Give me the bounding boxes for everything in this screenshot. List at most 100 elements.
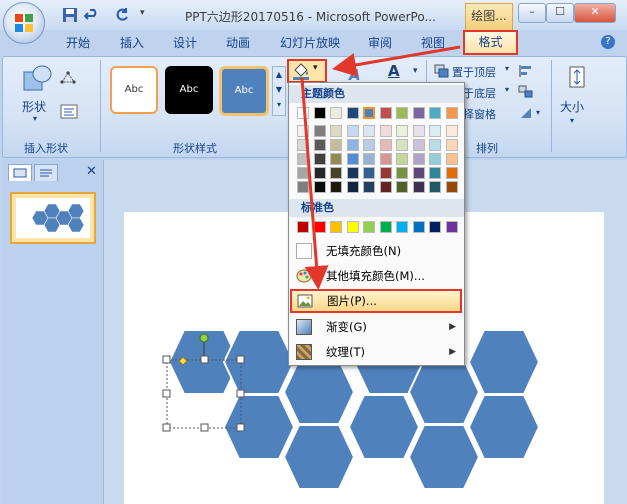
tab-design[interactable]: 设计	[173, 34, 197, 51]
theme-color-swatch[interactable]	[429, 107, 441, 119]
redo-icon[interactable]	[114, 7, 130, 23]
theme-color-shade-swatch[interactable]	[396, 181, 408, 193]
theme-color-shade-swatch[interactable]	[412, 181, 425, 193]
theme-color-shade-swatch[interactable]	[330, 167, 342, 179]
standard-color-swatch[interactable]	[429, 221, 441, 233]
font-color-icon[interactable]: A	[388, 62, 400, 80]
theme-color-shade-swatch[interactable]	[313, 139, 326, 151]
theme-color-shade-swatch[interactable]	[297, 181, 309, 193]
more-fill-colors-item[interactable]: 其他填充颜色(M)...	[289, 264, 464, 288]
theme-color-shade-swatch[interactable]	[429, 153, 441, 165]
standard-color-swatch[interactable]	[346, 221, 359, 233]
theme-color-shade-swatch[interactable]	[445, 139, 458, 151]
restore-button[interactable]: ☐	[546, 3, 574, 23]
shape-style-black[interactable]: Abc	[165, 66, 213, 114]
theme-color-shade-swatch[interactable]	[396, 167, 408, 179]
theme-color-shade-swatch[interactable]	[396, 125, 408, 137]
close-panel-icon[interactable]: ✕	[86, 164, 97, 179]
theme-color-shade-swatch[interactable]	[297, 125, 309, 137]
theme-color-shade-swatch[interactable]	[412, 167, 425, 179]
standard-color-swatch[interactable]	[379, 221, 392, 233]
theme-color-shade-swatch[interactable]	[379, 139, 392, 151]
theme-color-shade-swatch[interactable]	[346, 139, 359, 151]
theme-color-swatch[interactable]	[412, 107, 425, 119]
office-button[interactable]	[3, 2, 45, 44]
shapes-icon[interactable]	[20, 62, 54, 96]
theme-color-shade-swatch[interactable]	[346, 153, 359, 165]
theme-color-shade-swatch[interactable]	[313, 167, 326, 179]
group-objects-icon[interactable]	[518, 85, 534, 99]
standard-color-swatch[interactable]	[445, 221, 458, 233]
theme-color-shade-swatch[interactable]	[412, 153, 425, 165]
theme-color-shade-swatch[interactable]	[429, 167, 441, 179]
theme-color-shade-swatch[interactable]	[445, 125, 458, 137]
theme-color-shade-swatch[interactable]	[412, 125, 425, 137]
theme-color-swatch[interactable]	[313, 107, 326, 119]
close-button[interactable]: ✕	[574, 3, 616, 23]
theme-color-shade-swatch[interactable]	[379, 153, 392, 165]
theme-color-shade-swatch[interactable]	[363, 139, 375, 151]
theme-color-shade-swatch[interactable]	[429, 181, 441, 193]
theme-color-shade-swatch[interactable]	[330, 125, 342, 137]
tab-slideshow[interactable]: 幻灯片放映	[280, 34, 340, 51]
theme-color-swatch[interactable]	[330, 107, 342, 119]
theme-color-swatch[interactable]	[346, 107, 359, 119]
standard-color-swatch[interactable]	[396, 221, 408, 233]
theme-color-shade-swatch[interactable]	[363, 181, 375, 193]
theme-color-shade-swatch[interactable]	[429, 139, 441, 151]
slide-thumbnail[interactable]	[10, 192, 96, 244]
tab-home[interactable]: 开始	[66, 34, 90, 51]
standard-color-swatch[interactable]	[297, 221, 309, 233]
theme-color-shade-swatch[interactable]	[396, 153, 408, 165]
theme-color-shade-swatch[interactable]	[330, 153, 342, 165]
tab-review[interactable]: 审阅	[368, 34, 392, 51]
help-icon[interactable]: ?	[601, 35, 615, 49]
theme-color-shade-swatch[interactable]	[445, 167, 458, 179]
picture-fill-item[interactable]: 图片(P)...	[290, 289, 462, 313]
standard-color-swatch[interactable]	[330, 221, 342, 233]
shapes-label[interactable]: 形状	[22, 98, 46, 115]
text-box-icon[interactable]	[60, 104, 80, 120]
standard-color-swatch[interactable]	[313, 221, 326, 233]
theme-color-shade-swatch[interactable]	[379, 181, 392, 193]
align-icon[interactable]	[518, 64, 534, 78]
gradient-item[interactable]: 渐变(G) ▶	[289, 315, 464, 339]
theme-color-shade-swatch[interactable]	[330, 181, 342, 193]
undo-icon[interactable]	[84, 7, 100, 23]
shape-style-blue[interactable]: Abc	[219, 66, 269, 116]
tab-format[interactable]: 格式	[463, 30, 518, 55]
tab-view[interactable]: 视图	[421, 34, 445, 51]
theme-color-shade-swatch[interactable]	[346, 125, 359, 137]
no-fill-item[interactable]: 无填充颜色(N)	[289, 239, 464, 263]
standard-color-swatch[interactable]	[412, 221, 425, 233]
theme-color-shade-swatch[interactable]	[313, 181, 326, 193]
theme-color-shade-swatch[interactable]	[297, 153, 309, 165]
theme-color-shade-swatch[interactable]	[297, 167, 309, 179]
shape-style-white[interactable]: Abc	[110, 66, 158, 114]
style-gallery-scroller[interactable]: ▲ ▼ ▾	[272, 66, 286, 116]
standard-color-swatch[interactable]	[363, 221, 375, 233]
qat-customize-icon[interactable]: ▾	[140, 8, 145, 18]
theme-color-shade-swatch[interactable]	[313, 125, 326, 137]
theme-color-swatch[interactable]	[396, 107, 408, 119]
theme-color-shade-swatch[interactable]	[429, 125, 441, 137]
theme-color-shade-swatch[interactable]	[346, 167, 359, 179]
save-icon[interactable]	[62, 7, 78, 23]
theme-color-shade-swatch[interactable]	[412, 139, 425, 151]
size-icon[interactable]	[566, 64, 588, 90]
theme-color-shade-swatch[interactable]	[363, 153, 375, 165]
theme-color-swatch[interactable]	[379, 107, 392, 119]
edit-shape-icon[interactable]	[60, 70, 80, 86]
outline-tab[interactable]	[34, 164, 58, 181]
theme-color-swatch[interactable]	[363, 107, 375, 119]
theme-color-shade-swatch[interactable]	[445, 153, 458, 165]
tab-insert[interactable]: 插入	[120, 34, 144, 51]
theme-color-swatch[interactable]	[445, 107, 458, 119]
theme-color-shade-swatch[interactable]	[379, 125, 392, 137]
theme-color-shade-swatch[interactable]	[330, 139, 342, 151]
theme-color-shade-swatch[interactable]	[363, 167, 375, 179]
slides-tab[interactable]	[8, 164, 32, 181]
theme-color-shade-swatch[interactable]	[379, 167, 392, 179]
rotate-icon[interactable]	[518, 106, 534, 120]
bring-to-front-label[interactable]: 置于顶层	[452, 64, 496, 80]
